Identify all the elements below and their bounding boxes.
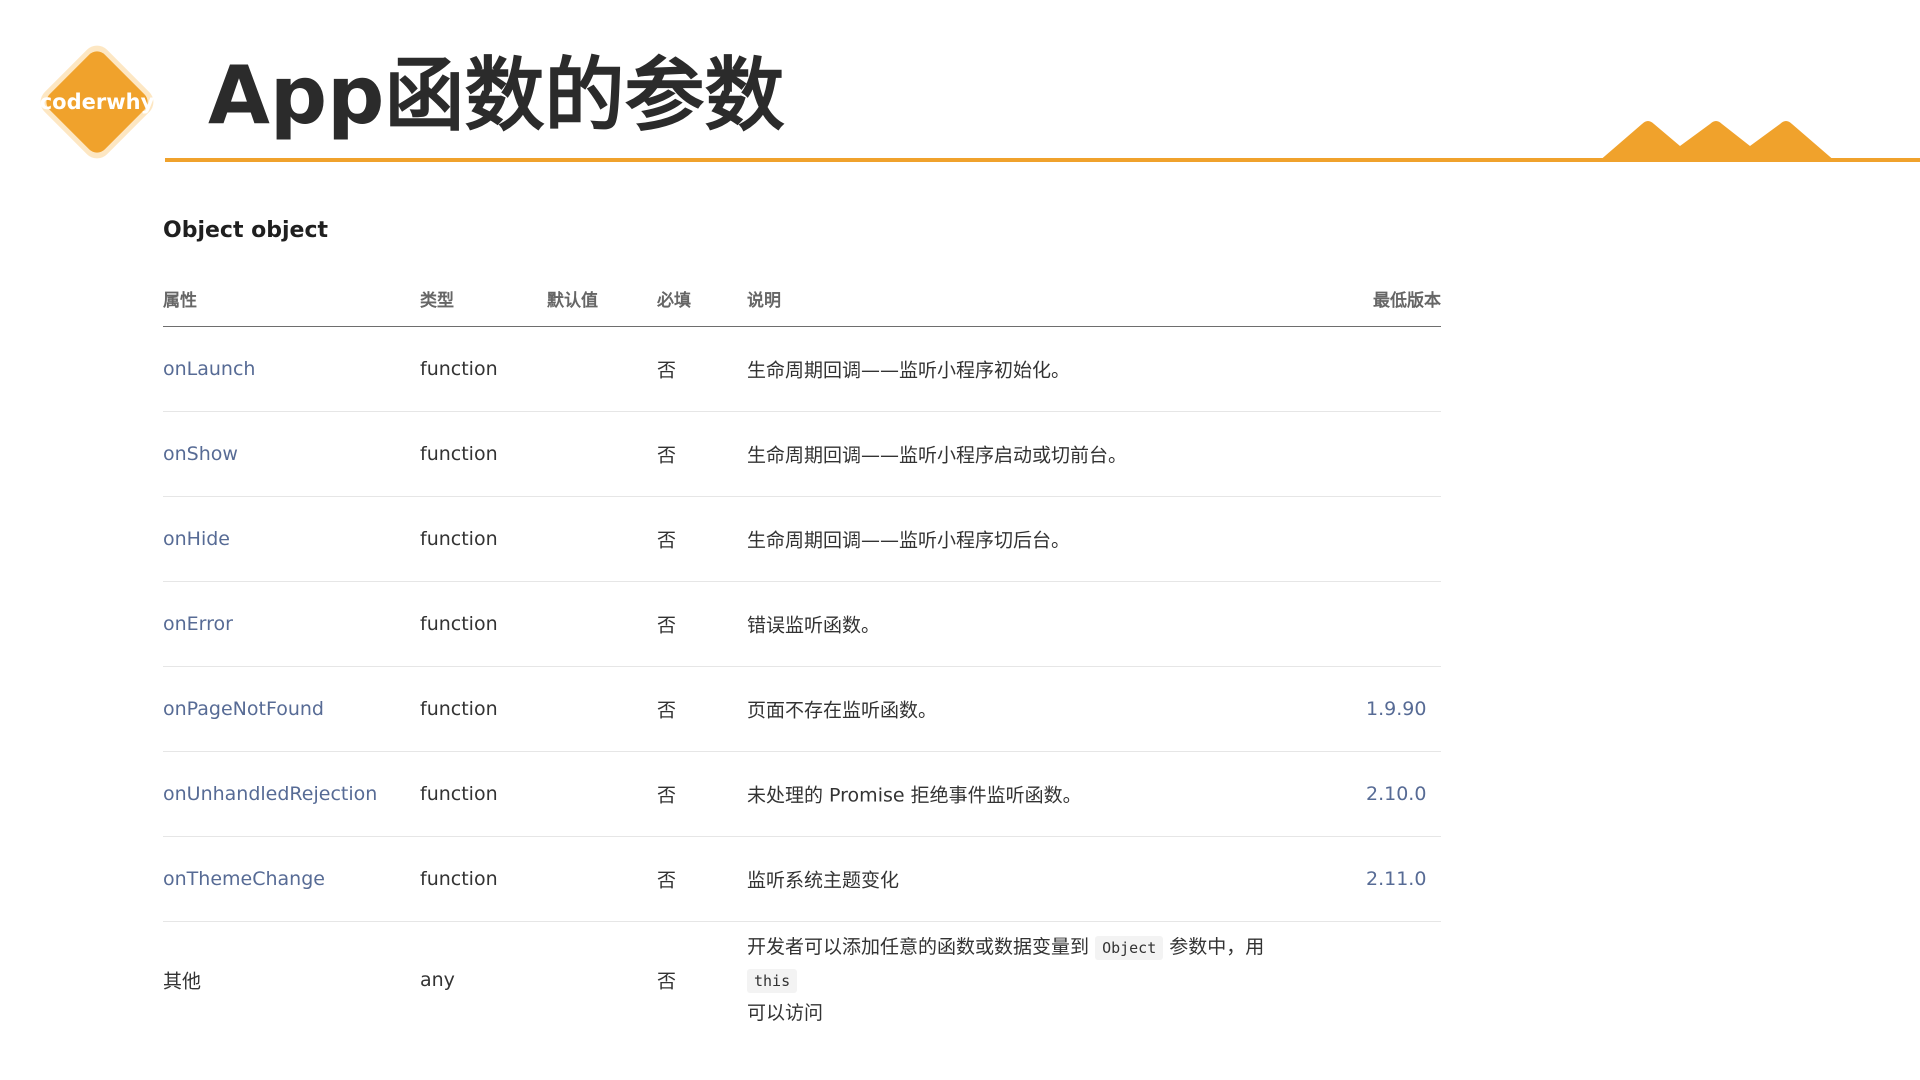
type-cell: function (420, 783, 498, 805)
property-link[interactable]: onUnhandledRejection (163, 783, 377, 805)
type-cell: function (420, 528, 498, 550)
table-row: onShow function 否 生命周期回调——监听小程序启动或切前台。 (163, 412, 1441, 497)
description-cell: 页面不存在监听函数。 (747, 699, 938, 722)
property-link[interactable]: onShow (163, 443, 238, 465)
min-version-link[interactable]: 2.10.0 (1366, 783, 1426, 805)
required-cell: 否 (657, 869, 677, 892)
required-cell: 否 (657, 699, 677, 722)
header-property: 属性 (163, 291, 197, 311)
type-cell: function (420, 613, 498, 635)
table-row: onHide function 否 生命周期回调——监听小程序切后台。 (163, 497, 1441, 582)
description-cell: 生命周期回调——监听小程序初始化。 (747, 359, 1071, 382)
description-cell: 开发者可以添加任意的函数或数据变量到 Object 参数中，用 this 可以访… (747, 931, 1307, 1029)
required-cell: 否 (657, 529, 677, 552)
required-cell: 否 (657, 970, 677, 993)
description-text: 开发者可以添加任意的函数或数据变量到 (747, 936, 1090, 958)
params-table: 属性 类型 默认值 必填 说明 最低版本 onLaunch function 否… (163, 268, 1441, 1038)
header-description: 说明 (747, 291, 781, 311)
header-decoration (165, 121, 1920, 162)
type-cell: any (420, 969, 455, 991)
mountain-decoration (1598, 121, 1836, 162)
property-link[interactable]: onError (163, 613, 233, 635)
description-cell: 生命周期回调——监听小程序启动或切前台。 (747, 444, 1128, 467)
table-row: onError function 否 错误监听函数。 (163, 582, 1441, 667)
property-link[interactable]: onThemeChange (163, 868, 325, 890)
description-cell: 未处理的 Promise 拒绝事件监听函数。 (747, 784, 1082, 807)
required-cell: 否 (657, 784, 677, 807)
property-link[interactable]: onLaunch (163, 358, 255, 380)
table-row: onUnhandledRejection function 否 未处理的 Pro… (163, 752, 1441, 837)
min-version-link[interactable]: 1.9.90 (1366, 698, 1426, 720)
description-text: 可以访问 (747, 1002, 824, 1024)
required-cell: 否 (657, 614, 677, 637)
description-text: 参数中，用 (1169, 936, 1265, 958)
header-default: 默认值 (547, 291, 598, 311)
description-cell: 监听系统主题变化 (747, 869, 900, 892)
required-cell: 否 (657, 444, 677, 467)
header-type: 类型 (420, 291, 454, 311)
property-link[interactable]: onHide (163, 528, 230, 550)
type-cell: function (420, 868, 498, 890)
table-row: onPageNotFound function 否 页面不存在监听函数。 1.9… (163, 667, 1441, 752)
table-row: 其他 any 否 开发者可以添加任意的函数或数据变量到 Object 参数中，用… (163, 922, 1441, 1038)
type-cell: function (420, 698, 498, 720)
table-header-row: 属性 类型 默认值 必填 说明 最低版本 (163, 268, 1441, 327)
header-min-version: 最低版本 (1373, 291, 1441, 311)
inline-code: this (747, 969, 798, 993)
type-cell: function (420, 443, 498, 465)
property-link[interactable]: onPageNotFound (163, 698, 324, 720)
property-cell: 其他 (163, 970, 202, 993)
inline-code: Object (1095, 936, 1164, 960)
required-cell: 否 (657, 359, 677, 382)
type-cell: function (420, 358, 498, 380)
description-cell: 错误监听函数。 (747, 614, 881, 637)
table-row: onThemeChange function 否 监听系统主题变化 2.11.0 (163, 837, 1441, 922)
table-row: onLaunch function 否 生命周期回调——监听小程序初始化。 (163, 327, 1441, 412)
section-heading: Object object (163, 218, 329, 243)
header-required: 必填 (657, 291, 691, 311)
min-version-link[interactable]: 2.11.0 (1366, 868, 1426, 890)
description-cell: 生命周期回调——监听小程序切后台。 (747, 529, 1071, 552)
